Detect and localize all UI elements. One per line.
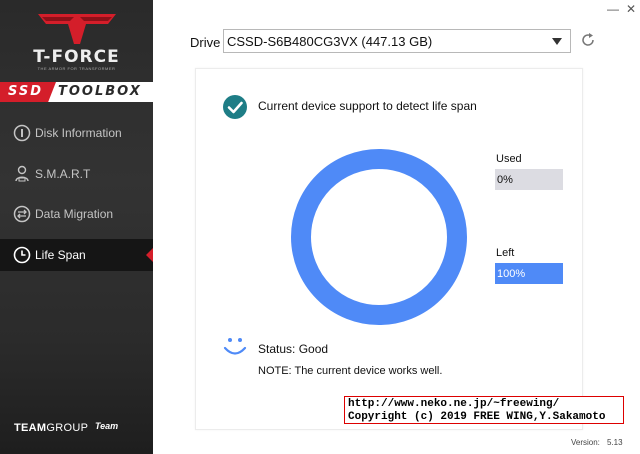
sidebar: T-FORCE THE ARMOR FOR TRANSFORMER SSD TO… [0, 0, 153, 454]
copyright-notice: Copyright (c) 2019 FREE WING,Y.Sakamoto [348, 411, 606, 423]
team-mark-logo: Team [95, 421, 119, 431]
banner-toolbox-text: TOOLBOX [58, 84, 142, 99]
banner-ssd-text: SSD [8, 84, 44, 99]
smile-icon [223, 338, 247, 355]
tforce-t-icon [38, 14, 116, 44]
support-message: Current device support to detect life sp… [258, 99, 477, 113]
copyright-overlay: http://www.neko.ne.jp/~freewing/ Copyrig… [344, 396, 624, 424]
used-value-box: 0% [495, 169, 563, 190]
sidebar-item-smart[interactable]: S.M.A.R.T [0, 158, 153, 190]
refresh-icon[interactable] [579, 31, 597, 49]
ssd-toolbox-banner: SSD TOOLBOX [0, 82, 153, 102]
drive-selected-value: CSSD-S6B480CG3VX (447.13 GB) [227, 34, 433, 49]
sidebar-item-disk-information[interactable]: Disk Information [0, 117, 153, 149]
logo-wordmark: T-FORCE [33, 47, 120, 67]
check-circle-icon [223, 95, 247, 119]
teamgroup-logo: TEAMGROUP [14, 422, 88, 434]
smart-user-icon [13, 165, 31, 183]
sidebar-item-label: S.M.A.R.T [35, 167, 91, 181]
used-label: Used [496, 153, 522, 165]
sidebar-item-label: Data Migration [35, 207, 114, 221]
version-value: 5.13 [607, 438, 623, 447]
life-span-donut [291, 149, 467, 325]
donut-left-ring [291, 149, 467, 325]
left-label: Left [496, 247, 515, 259]
left-value-box: 100% [495, 263, 563, 284]
brand-thin-text: GROUP [46, 422, 89, 434]
note-text: NOTE: The current device works well. [258, 365, 443, 377]
drive-dropdown[interactable]: CSSD-S6B480CG3VX (447.13 GB) [223, 29, 571, 53]
clock-icon [13, 246, 31, 264]
life-span-panel: Current device support to detect life sp… [195, 68, 583, 430]
minimize-button[interactable]: — [605, 2, 621, 16]
migration-icon [13, 205, 31, 223]
active-indicator-arrow [146, 248, 153, 262]
status-text: Status: Good [258, 342, 329, 356]
main-content: — ✕ Drive CSSD-S6B480CG3VX (447.13 GB) C… [153, 0, 640, 454]
sidebar-item-life-span[interactable]: Life Span [0, 239, 153, 271]
brand-bold-text: TEAM [14, 422, 47, 434]
disk-info-icon [13, 124, 31, 142]
drive-label: Drive [190, 35, 221, 50]
copyright-url: http://www.neko.ne.jp/~freewing/ [348, 398, 560, 410]
sidebar-item-label: Disk Information [35, 126, 122, 140]
sidebar-item-data-migration[interactable]: Data Migration [0, 198, 153, 230]
chevron-down-icon [552, 38, 562, 45]
sidebar-item-label: Life Span [35, 248, 86, 262]
logo-tagline: THE ARMOR FOR TRANSFORMER [37, 66, 116, 71]
tforce-logo: T-FORCE THE ARMOR FOR TRANSFORMER [0, 8, 153, 71]
close-button[interactable]: ✕ [623, 2, 639, 16]
version-label: Version: [571, 438, 600, 447]
